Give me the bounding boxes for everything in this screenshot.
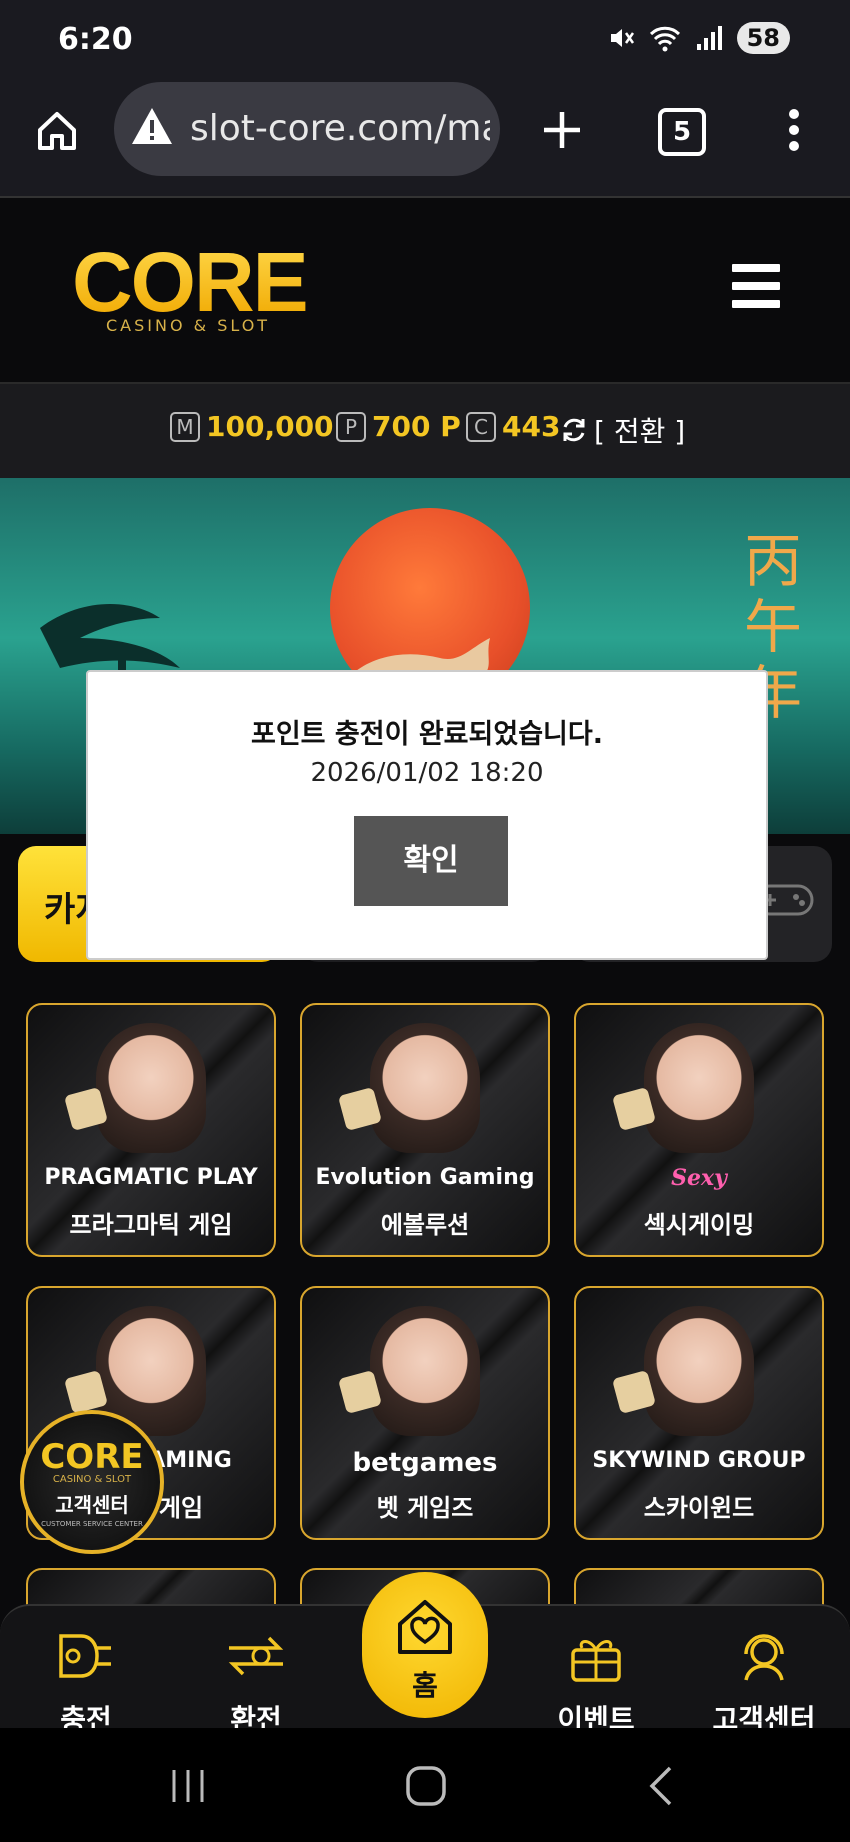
game-name: 에볼루션	[380, 1211, 470, 1239]
game-name: 프라그마틱 게임	[69, 1211, 233, 1239]
signal-icon	[696, 26, 722, 50]
switch-label: [ 전환 ]	[594, 415, 686, 448]
gift-icon	[571, 1640, 621, 1682]
game-card[interactable]: SKYWIND GROUP 스카이윈드	[574, 1286, 824, 1540]
point-badge: P	[336, 411, 366, 442]
site-header: CORE CASINO & SLOT	[0, 198, 850, 384]
game-name: 벳 게임즈	[376, 1494, 474, 1522]
game-brand: Evolution Gaming	[315, 1165, 535, 1190]
hamburger-menu-icon[interactable]	[732, 264, 780, 318]
status-time: 6:20	[58, 22, 133, 57]
nav-event[interactable]: 이벤트	[526, 1626, 666, 1736]
status-bar: 6:20 58	[0, 0, 850, 80]
game-brand: SKYWIND GROUP	[592, 1448, 806, 1473]
recent-apps-icon[interactable]	[168, 1766, 208, 1806]
game-brand: betgames	[352, 1448, 498, 1478]
switch-button[interactable]: [ 전환 ]	[560, 410, 685, 450]
exchange-icon	[228, 1636, 284, 1676]
coin-value: 443	[502, 410, 561, 443]
back-icon[interactable]	[646, 1764, 676, 1808]
battery-level: 58	[736, 22, 790, 54]
coin-badge: C	[466, 411, 496, 442]
money-badge: M	[170, 411, 200, 442]
nav-exchange[interactable]: 환전	[186, 1626, 326, 1736]
confirm-button[interactable]: 확인	[354, 816, 508, 906]
status-icons: 58	[607, 22, 790, 54]
site-logo-subtitle: CASINO & SLOT	[106, 316, 271, 335]
browser-toolbar: slot-core.com/ma 5	[0, 80, 850, 198]
nav-support[interactable]: 고객센터	[694, 1626, 834, 1736]
money-balance: M 100,000	[170, 410, 334, 443]
floating-support-caption: CUSTOMER SERVICE CENTER	[41, 1520, 143, 1528]
warning-icon[interactable]	[130, 106, 174, 146]
wifi-icon	[649, 26, 680, 52]
mute-icon	[610, 29, 634, 47]
dialog-message: 포인트 충전이 완료되었습니다.	[251, 719, 603, 750]
tab-switcher-button[interactable]: 5	[658, 108, 706, 156]
floating-support-label: 고객센터	[55, 1493, 129, 1517]
charge-icon	[59, 1634, 111, 1678]
system-home-icon[interactable]	[404, 1764, 448, 1808]
point-balance: P 700 P	[336, 410, 461, 443]
game-brand: Sexy	[671, 1165, 727, 1191]
headset-icon	[744, 1634, 784, 1681]
nav-charge[interactable]: 충전	[16, 1626, 156, 1736]
game-card[interactable]: betgames 벳 게임즈	[300, 1286, 550, 1540]
home-icon[interactable]	[34, 108, 80, 154]
more-menu-icon[interactable]	[782, 108, 806, 152]
coin-balance: C 443	[466, 410, 560, 443]
game-model-image	[644, 1023, 754, 1153]
game-card[interactable]: PRAGMATIC PLAY 프라그마틱 게임	[26, 1003, 276, 1257]
game-name: 섹시게이밍	[643, 1211, 755, 1239]
refresh-icon	[563, 418, 585, 442]
game-model-image	[644, 1306, 754, 1436]
game-card[interactable]: Evolution Gaming 에볼루션	[300, 1003, 550, 1257]
floating-support-button[interactable]: CORE CASINO & SLOT 고객센터 CUSTOMER SERVICE…	[20, 1410, 164, 1554]
balance-bar: M 100,000 P 700 P C 443 [ 전환 ]	[0, 384, 850, 478]
game-brand: PRAGMATIC PLAY	[44, 1165, 258, 1190]
url-text: slot-core.com/ma	[190, 108, 490, 149]
game-model-image	[370, 1306, 480, 1436]
site-logo[interactable]: CORE	[72, 240, 309, 324]
game-model-image	[370, 1023, 480, 1153]
game-card[interactable]: Sexy 섹시게이밍	[574, 1003, 824, 1257]
floating-support-logo: CORE	[40, 1437, 144, 1477]
system-navigation-bar	[0, 1728, 850, 1842]
game-name: 스카이윈드	[643, 1494, 755, 1522]
nav-home-button[interactable]: 홈	[362, 1572, 488, 1718]
money-value: 100,000	[206, 410, 334, 443]
alert-dialog: 포인트 충전이 완료되었습니다. 2026/01/02 18:20 확인	[86, 670, 768, 960]
home-heart-icon	[398, 1600, 452, 1654]
url-bar[interactable]: slot-core.com/ma	[114, 82, 500, 176]
point-value: 700 P	[372, 410, 461, 443]
new-tab-icon[interactable]	[540, 108, 584, 152]
game-model-image	[96, 1023, 206, 1153]
nav-home-label: 홈	[412, 1669, 438, 1702]
dialog-timestamp: 2026/01/02 18:20	[310, 758, 544, 788]
